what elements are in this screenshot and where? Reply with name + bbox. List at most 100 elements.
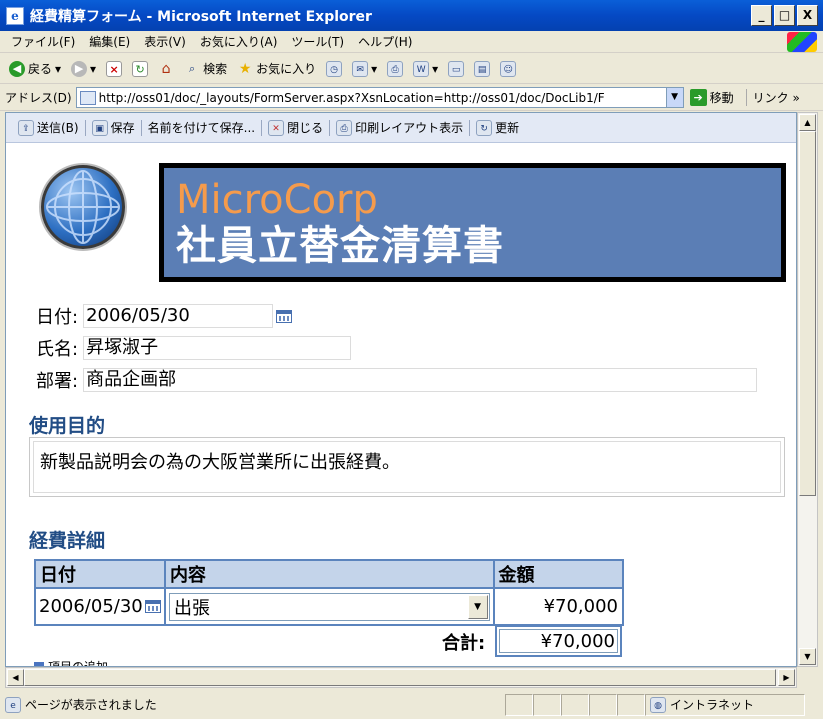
printer-icon: ⎙ (387, 60, 404, 77)
status-cell (617, 693, 645, 716)
vertical-scrollbar[interactable]: ▲ ▼ (797, 112, 818, 667)
go-button[interactable]: ➔ 移動 (689, 89, 734, 106)
scroll-up-icon[interactable]: ▲ (799, 114, 816, 131)
dept-row: 部署: 商品企画部 (36, 367, 758, 393)
dept-field[interactable]: 商品企画部 (83, 368, 758, 392)
back-arrow-icon: ◀ (9, 60, 25, 77)
send-icon: ⇪ (18, 119, 34, 136)
status-bar: e ページが表示されました ◍ イントラネット (0, 690, 823, 719)
menu-file[interactable]: ファイル(F) (4, 33, 82, 50)
menu-favorites[interactable]: お気に入り(A) (193, 33, 285, 50)
mail-button[interactable]: ✉ ▾ (349, 60, 380, 77)
content-select[interactable]: 出張 ▼ (169, 592, 490, 621)
maximize-button[interactable]: □ (774, 5, 795, 26)
address-input[interactable]: http://oss01/doc/_layouts/FormServer.asp… (75, 87, 684, 108)
scroll-left-icon[interactable]: ◀ (7, 669, 24, 686)
refresh-icon: ↻ (132, 60, 149, 77)
total-value: ¥70,000 (499, 629, 618, 653)
research-button[interactable]: ▤ (471, 60, 493, 77)
window-titlebar[interactable]: e 経費精算フォーム - Microsoft Internet Explorer… (0, 0, 823, 31)
total-box: ¥70,000 (495, 625, 622, 657)
print-layout-button[interactable]: ⎙ 印刷レイアウト表示 (332, 119, 467, 136)
horizontal-scrollbar[interactable]: ◀ ▶ (5, 667, 797, 688)
chevron-down-icon[interactable]: ▼ (467, 594, 488, 619)
calendar-icon[interactable] (276, 309, 293, 323)
toolbar-separator (84, 119, 86, 136)
send-label: 送信(B) (37, 121, 79, 135)
forward-dropdown-icon[interactable]: ▾ (90, 62, 96, 76)
add-item-link[interactable]: 項目の追加 (34, 658, 108, 666)
save-button[interactable]: ▣ 保存 (88, 119, 139, 136)
save-label: 保存 (110, 121, 135, 135)
brand-name: MicroCorp (176, 177, 378, 223)
menu-help[interactable]: ヘルプ(H) (351, 33, 419, 50)
note-icon: ▭ (448, 60, 465, 77)
history-icon: ◷ (326, 60, 343, 77)
print-button[interactable]: ⎙ (384, 60, 406, 77)
forward-button[interactable]: ▶ ▾ (68, 60, 99, 77)
close-form-button[interactable]: ✕ 閉じる (264, 119, 327, 136)
edit-dropdown-icon[interactable]: ▾ (432, 62, 438, 76)
name-field[interactable]: 昇塚淑子 (83, 336, 352, 360)
stop-icon: × (106, 60, 123, 77)
favorites-button[interactable]: ★ お気に入り (234, 60, 319, 77)
refresh-button[interactable]: ↻ (129, 60, 151, 77)
discuss-button[interactable]: ▭ (445, 60, 467, 77)
window-title: 経費精算フォーム - Microsoft Internet Explorer (30, 8, 372, 25)
status-cell (533, 693, 561, 716)
horizontal-scroll-thumb[interactable] (24, 669, 776, 686)
scroll-right-icon[interactable]: ▶ (778, 669, 795, 686)
purpose-heading: 使用目的 (29, 415, 106, 437)
star-icon: ★ (238, 60, 252, 77)
column-header-content: 内容 (164, 559, 495, 589)
row-date-field[interactable]: 2006/05/30 (39, 596, 142, 617)
total-label: 合計: (442, 633, 486, 654)
name-label: 氏名: (36, 339, 79, 360)
row-date-cell: 2006/05/30 (34, 587, 166, 626)
menu-edit[interactable]: 編集(E) (82, 33, 137, 50)
page-icon (79, 90, 96, 105)
search-label: 検索 (203, 62, 228, 76)
scroll-down-icon[interactable]: ▼ (799, 648, 816, 665)
date-field[interactable]: 2006/05/30 (83, 304, 274, 328)
row-amount-field[interactable]: ¥70,000 (492, 587, 625, 626)
favorites-label: お気に入り (256, 62, 317, 76)
standard-toolbar: ◀ 戻る ▾ ▶ ▾ × ↻ ⌂ ⌕ 検索 ★ お気に入り ◷ ✉ ▾ ⎙ W ▾ … (0, 54, 823, 84)
back-dropdown-icon[interactable]: ▾ (55, 62, 61, 76)
toolbar-separator (261, 119, 263, 136)
send-button[interactable]: ⇪ 送信(B) (14, 119, 83, 136)
mail-dropdown-icon[interactable]: ▾ (371, 62, 377, 76)
stop-button[interactable]: × (103, 60, 125, 77)
back-button[interactable]: ◀ 戻る ▾ (6, 60, 64, 77)
home-button[interactable]: ⌂ (155, 61, 177, 77)
address-label: アドレス(D) (5, 91, 72, 105)
table-row: 2006/05/30 出張 ▼ ¥70,000 (34, 587, 625, 626)
calendar-icon[interactable] (145, 600, 161, 613)
mail-icon: ✉ (352, 60, 369, 77)
close-button[interactable]: X (797, 5, 818, 26)
print-layout-label: 印刷レイアウト表示 (355, 121, 464, 135)
messenger-button[interactable]: ☺ (497, 60, 519, 77)
column-header-date: 日付 (34, 559, 166, 589)
status-cell (505, 693, 533, 716)
vertical-scroll-thumb[interactable] (799, 131, 816, 496)
save-as-label: 名前を付けて保存... (147, 121, 256, 135)
form-toolbar: ⇪ 送信(B) ▣ 保存 名前を付けて保存... ✕ 閉じる ⎙ 印刷レイアウト… (6, 113, 796, 143)
edit-word-button[interactable]: W ▾ (410, 60, 441, 77)
update-button[interactable]: ↻ 更新 (472, 119, 523, 136)
dept-label: 部署: (36, 371, 79, 392)
purpose-textarea[interactable]: 新製品説明会の為の大阪営業所に出張経費。 (33, 441, 781, 493)
search-button[interactable]: ⌕ 検索 (181, 60, 230, 77)
save-as-button[interactable]: 名前を付けて保存... (144, 119, 259, 136)
table-header-row: 日付 内容 金額 (34, 559, 625, 589)
row-content-cell: 出張 ▼ (164, 587, 495, 626)
menu-view[interactable]: 表示(V) (137, 33, 193, 50)
expense-table: 日付 内容 金額 2006/05/30 出張 ▼ ¥70,000 (34, 559, 625, 626)
address-dropdown-icon[interactable]: ▼ (665, 88, 683, 107)
minimize-button[interactable]: _ (751, 5, 772, 26)
go-label: 移動 (709, 91, 734, 105)
links-button[interactable]: リンク » (745, 89, 800, 106)
history-button[interactable]: ◷ (323, 60, 345, 77)
menubar: ファイル(F) 編集(E) 表示(V) お気に入り(A) ツール(T) ヘルプ(… (0, 31, 823, 53)
menu-tools[interactable]: ツール(T) (284, 33, 351, 50)
